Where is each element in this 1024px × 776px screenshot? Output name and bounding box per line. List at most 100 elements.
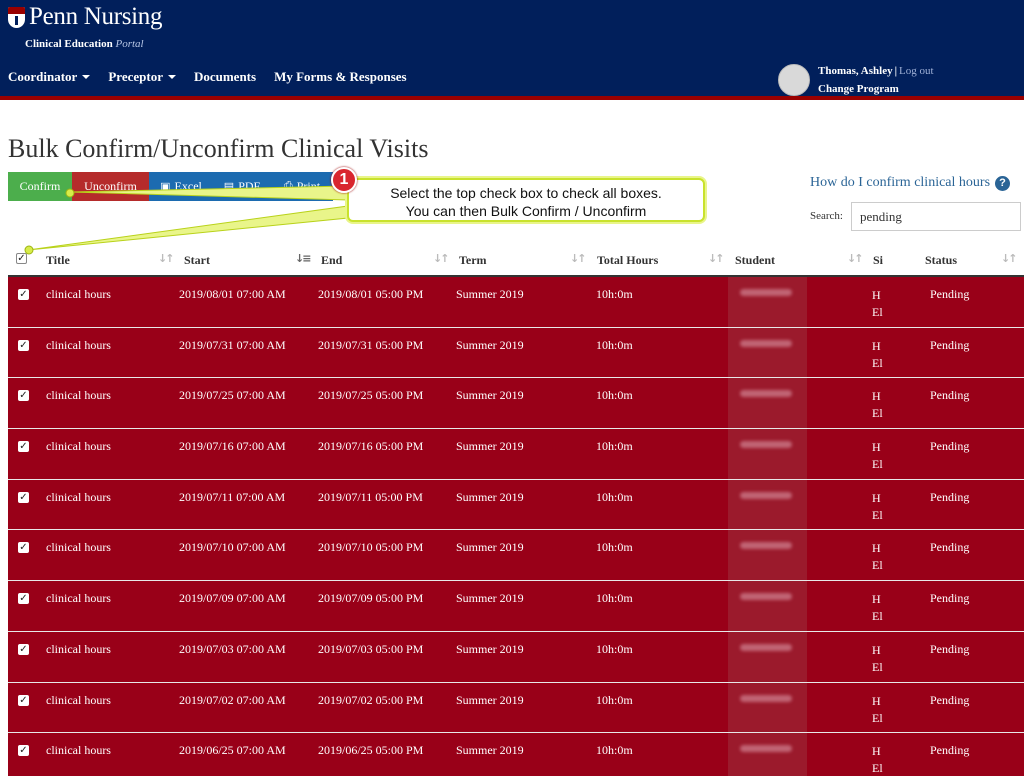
sort-icon[interactable]: ↓↑ xyxy=(570,252,587,265)
print-button[interactable]: ⎙ Print xyxy=(271,172,333,201)
cell-status: Pending xyxy=(930,692,970,707)
table-row[interactable]: ✓ clinical hours 2019/08/01 07:00 AM 2019/0… xyxy=(8,277,1024,328)
user-name: Thomas, Ashley xyxy=(818,65,893,77)
cell-end: 2019/07/25 05:00 PM xyxy=(318,388,424,403)
col-start[interactable]: Start xyxy=(184,253,210,268)
unconfirm-button[interactable]: Unconfirm xyxy=(72,172,149,201)
cell-term: Summer 2019 xyxy=(456,439,524,454)
cell-term: Summer 2019 xyxy=(456,337,524,352)
cell-site: H El xyxy=(872,338,883,370)
cell-start: 2019/07/10 07:00 AM xyxy=(179,540,286,555)
student-name-redacted xyxy=(728,378,807,429)
cell-status: Pending xyxy=(930,388,970,403)
student-name-redacted xyxy=(728,631,807,682)
row-checkbox[interactable]: ✓ xyxy=(18,643,29,655)
avatar[interactable] xyxy=(778,64,810,96)
col-total-hours[interactable]: Total Hours xyxy=(597,253,658,268)
table-row[interactable]: ✓ clinical hours 2019/06/25 07:00 AM 2019/0… xyxy=(8,733,1024,776)
cell-title: clinical hours xyxy=(46,641,111,656)
nav-coordinator[interactable]: Coordinator xyxy=(8,69,91,85)
cell-title: clinical hours xyxy=(46,439,111,454)
action-button-group: Confirm Unconfirm ▣ Excel ▤ PDF ⎙ Print xyxy=(8,172,333,201)
main-nav: Coordinator Preceptor Documents My Forms… xyxy=(8,69,425,85)
table-row[interactable]: ✓ clinical hours 2019/07/03 07:00 AM 2019/0… xyxy=(8,631,1024,683)
cell-total-hours: 10h:0m xyxy=(596,388,633,403)
col-term[interactable]: Term xyxy=(459,253,487,268)
logout-link[interactable]: Log out xyxy=(899,65,934,77)
sort-icon[interactable]: ↓↑ xyxy=(847,252,864,265)
sort-icon[interactable]: ↓↑ xyxy=(433,252,450,265)
penn-shield-icon xyxy=(8,6,25,28)
table-row[interactable]: ✓ clinical hours 2019/07/11 07:00 AM 2019/0… xyxy=(8,479,1024,531)
nav-preceptor[interactable]: Preceptor xyxy=(108,69,176,85)
cell-status: Pending xyxy=(930,743,970,758)
cell-site: H El xyxy=(872,744,883,776)
nav-documents[interactable]: Documents xyxy=(194,69,256,85)
cell-title: clinical hours xyxy=(46,388,111,403)
sort-icon[interactable]: ↓↑ xyxy=(158,252,175,265)
change-program-link[interactable]: Change Program xyxy=(818,83,934,95)
row-checkbox[interactable]: ✓ xyxy=(18,694,29,706)
table-body: ✓ clinical hours 2019/08/01 07:00 AM 2019/0… xyxy=(8,277,1024,776)
cell-title: clinical hours xyxy=(46,489,111,504)
pdf-export-button[interactable]: ▤ PDF xyxy=(213,172,271,201)
table-header: ✓ Title ↓↑ Start ↓≡ End ↓↑ Term ↓↑ Total… xyxy=(8,244,1024,277)
row-checkbox[interactable]: ✓ xyxy=(18,542,29,554)
select-all-checkbox[interactable]: ✓ xyxy=(16,253,27,264)
cell-end: 2019/07/03 05:00 PM xyxy=(318,641,424,656)
row-checkbox[interactable]: ✓ xyxy=(18,441,29,453)
nav-my-forms[interactable]: My Forms & Responses xyxy=(274,69,407,85)
callout-number-badge: 1 xyxy=(331,167,357,193)
excel-file-icon: ▣ xyxy=(160,181,171,193)
page-title: Bulk Confirm/Unconfirm Clinical Visits xyxy=(8,134,429,163)
row-checkbox[interactable]: ✓ xyxy=(18,289,29,300)
caret-down-icon xyxy=(82,75,91,79)
cell-start: 2019/07/25 07:00 AM xyxy=(179,388,286,403)
student-name-redacted xyxy=(728,479,807,530)
table-row[interactable]: ✓ clinical hours 2019/07/31 07:00 AM 2019/0… xyxy=(8,327,1024,379)
cell-start: 2019/07/09 07:00 AM xyxy=(179,591,286,606)
user-panel: Thomas, Ashley | Log out Change Program xyxy=(778,64,934,96)
search-input[interactable] xyxy=(851,202,1021,231)
cell-start: 2019/07/11 07:00 AM xyxy=(179,489,286,504)
sort-icon[interactable]: ↓↑ xyxy=(708,252,725,265)
cell-end: 2019/07/10 05:00 PM xyxy=(318,540,424,555)
row-checkbox[interactable]: ✓ xyxy=(18,593,29,605)
confirm-button[interactable]: Confirm xyxy=(8,172,72,201)
sort-icon[interactable]: ↓↑ xyxy=(1001,252,1018,265)
cell-start: 2019/08/01 07:00 AM xyxy=(179,287,286,301)
excel-export-button[interactable]: ▣ Excel xyxy=(149,172,213,201)
cell-total-hours: 10h:0m xyxy=(596,287,633,301)
row-checkbox[interactable]: ✓ xyxy=(18,390,29,402)
col-end[interactable]: End xyxy=(321,253,342,268)
row-checkbox[interactable]: ✓ xyxy=(18,339,29,351)
cell-start: 2019/07/16 07:00 AM xyxy=(179,439,286,454)
cell-start: 2019/07/31 07:00 AM xyxy=(179,337,286,352)
cell-term: Summer 2019 xyxy=(456,591,524,606)
table-row[interactable]: ✓ clinical hours 2019/07/25 07:00 AM 2019/0… xyxy=(8,378,1024,430)
cell-start: 2019/07/02 07:00 AM xyxy=(179,692,286,707)
cell-site: H El xyxy=(872,541,883,573)
cell-term: Summer 2019 xyxy=(456,540,524,555)
sort-active-icon[interactable]: ↓≡ xyxy=(295,252,312,265)
table-row[interactable]: ✓ clinical hours 2019/07/02 07:00 AM 2019/0… xyxy=(8,682,1024,734)
col-title[interactable]: Title xyxy=(46,253,70,268)
table-row[interactable]: ✓ clinical hours 2019/07/09 07:00 AM 2019/0… xyxy=(8,581,1024,632)
col-site[interactable]: Si xyxy=(873,253,883,268)
cell-end: 2019/07/09 05:00 PM xyxy=(318,591,424,606)
cell-end: 2019/06/25 05:00 PM xyxy=(318,743,424,758)
help-link[interactable]: How do I confirm clinical hours? xyxy=(810,175,1011,191)
cell-end: 2019/07/02 05:00 PM xyxy=(318,692,424,707)
table-row[interactable]: ✓ clinical hours 2019/07/16 07:00 AM 2019/0… xyxy=(8,429,1024,480)
table-row[interactable]: ✓ clinical hours 2019/07/10 07:00 AM 2019/0… xyxy=(8,530,1024,582)
visits-table: ✓ Title ↓↑ Start ↓≡ End ↓↑ Term ↓↑ Total… xyxy=(8,244,1024,776)
cell-status: Pending xyxy=(930,540,970,555)
row-checkbox[interactable]: ✓ xyxy=(18,491,29,503)
penn-nursing-logo[interactable]: Penn Nursing Clinical Education Portal xyxy=(8,3,163,50)
row-checkbox[interactable]: ✓ xyxy=(18,745,29,757)
student-name-redacted xyxy=(728,733,807,776)
cell-status: Pending xyxy=(930,439,970,454)
col-status[interactable]: Status xyxy=(925,253,957,268)
col-student[interactable]: Student xyxy=(735,253,775,268)
cell-term: Summer 2019 xyxy=(456,287,524,301)
